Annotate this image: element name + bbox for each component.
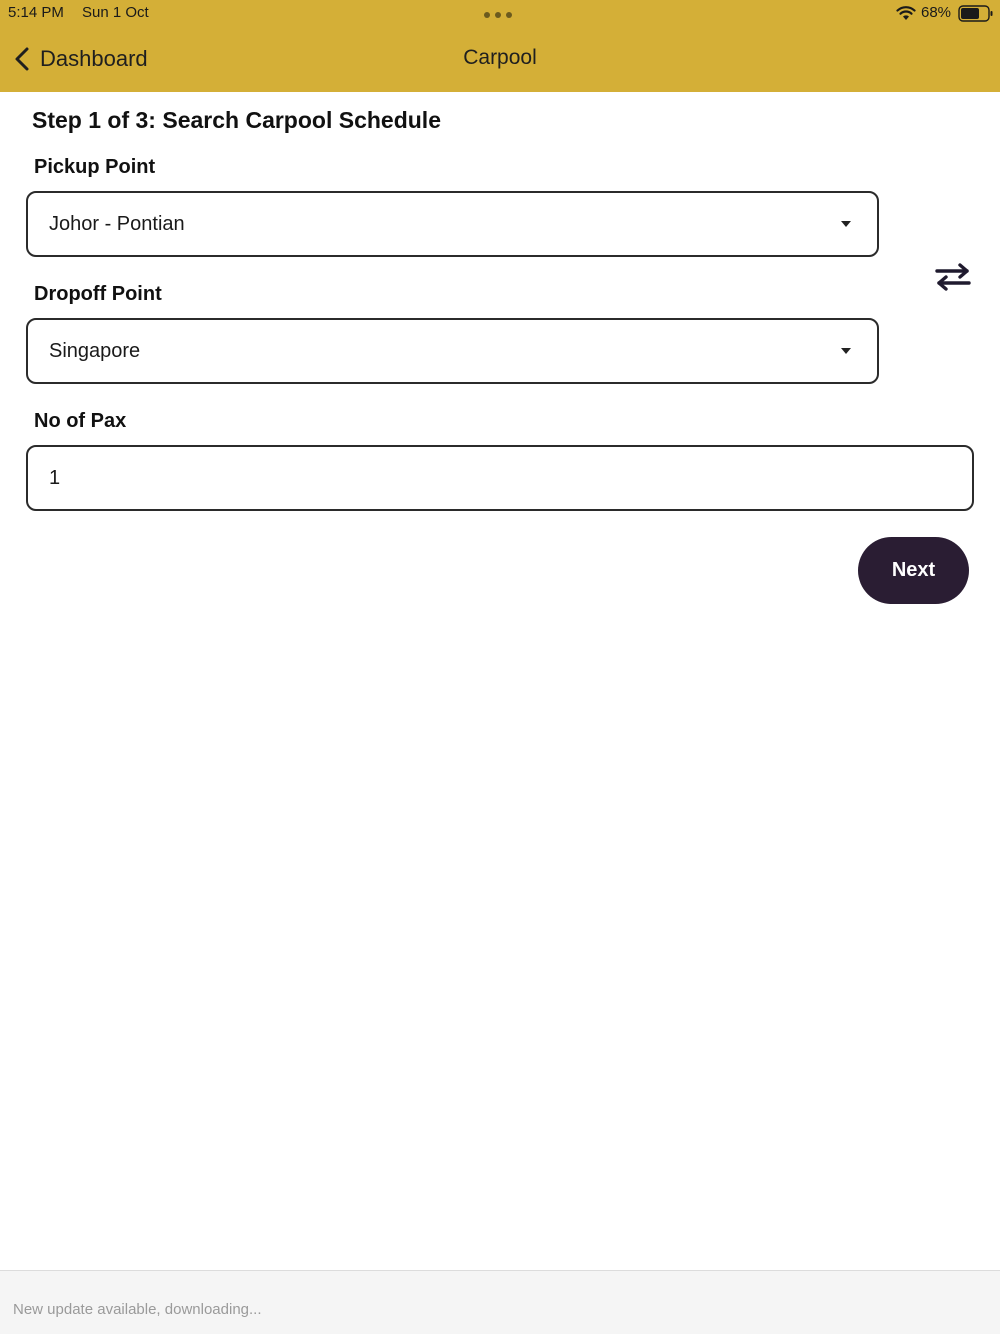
dropoff-select[interactable]: Singapore	[26, 318, 879, 384]
pax-label: No of Pax	[34, 410, 127, 432]
battery-icon	[958, 5, 993, 22]
next-button[interactable]: Next	[858, 537, 969, 604]
dropdown-caret-icon	[841, 221, 851, 227]
pickup-label: Pickup Point	[34, 156, 156, 178]
pickup-value: Johor - Pontian	[49, 212, 185, 235]
page-title: Carpool	[463, 46, 537, 69]
chevron-left-icon	[15, 47, 29, 71]
step-title: Step 1 of 3: Search Carpool Schedule	[32, 107, 441, 133]
dropoff-label: Dropoff Point	[34, 283, 162, 305]
dropdown-caret-icon	[841, 348, 851, 354]
update-status-text: New update available, downloading...	[13, 1301, 262, 1318]
pax-input[interactable]	[26, 445, 974, 511]
status-date: Sun 1 Oct	[82, 4, 149, 21]
multitasking-dots-icon[interactable]	[484, 12, 512, 18]
pickup-select[interactable]: Johor - Pontian	[26, 191, 879, 257]
update-banner: New update available, downloading...	[0, 1271, 1000, 1334]
status-time: 5:14 PM	[8, 4, 64, 21]
battery-percentage: 68%	[921, 4, 952, 21]
back-label: Dashboard	[40, 46, 148, 71]
dropoff-value: Singapore	[49, 339, 141, 362]
status-bar: 5:14 PM Sun 1 Oct 68%	[0, 0, 1000, 28]
app-header: 5:14 PM Sun 1 Oct 68% Dashboard Carpool	[0, 0, 1000, 92]
swap-arrows-icon[interactable]	[933, 262, 973, 292]
wifi-icon	[896, 6, 916, 20]
back-button[interactable]: Dashboard	[12, 40, 148, 78]
